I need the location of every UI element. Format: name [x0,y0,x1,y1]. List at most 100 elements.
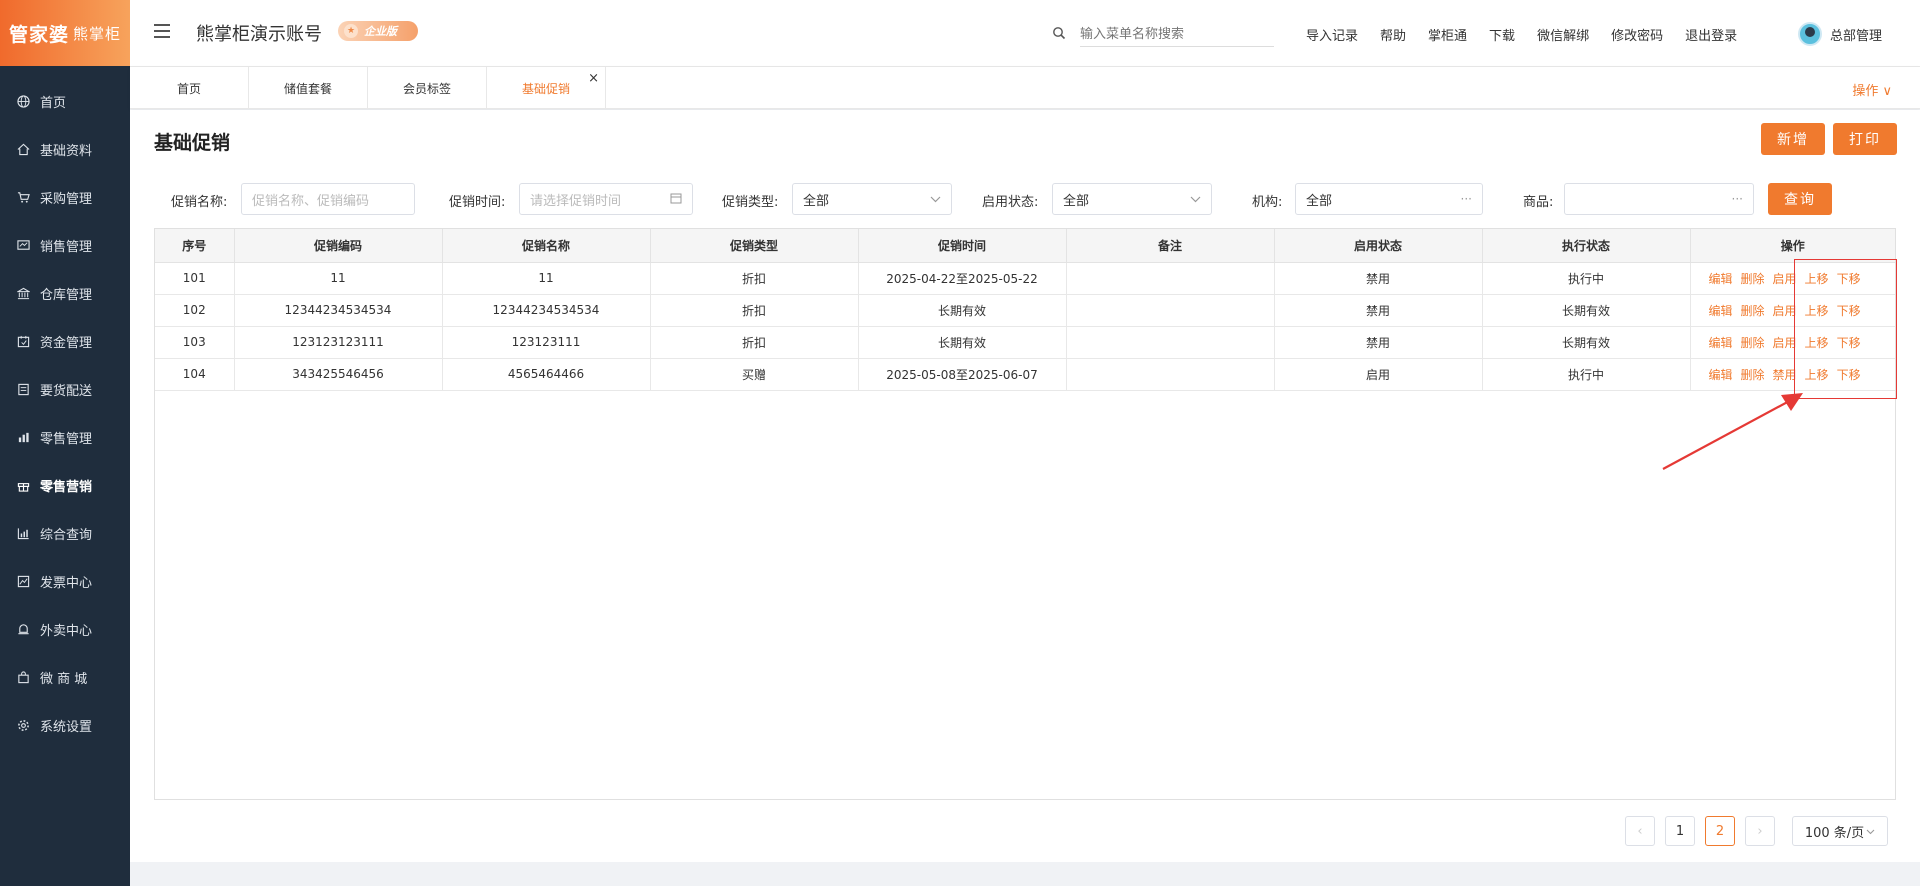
more-icon: ··· [1460,192,1472,206]
table-row[interactable]: 101 11 11 折扣 2025-04-22至2025-05-22 禁用 执行… [155,262,1895,295]
sidebar-item-purchase[interactable]: 采购管理 [0,173,130,221]
delete-link[interactable]: 删除 [1741,336,1765,350]
cell-code: 12344234534534 [234,294,443,327]
enabled-status-value: 全部 [1063,193,1090,209]
query-button[interactable]: 查询 [1768,183,1832,215]
edit-link[interactable]: 编辑 [1709,336,1733,350]
tab-basic-promotion[interactable]: 基础促销 × [487,67,606,109]
sidebar-item-label: 零售管理 [40,431,93,447]
sidebar-item-home[interactable]: 首页 [0,77,130,125]
toggle-link[interactable]: 启用 [1773,272,1797,286]
page-size-select[interactable]: 100 条/页 [1792,816,1888,846]
avatar [1798,22,1822,46]
wechat-unbind-link[interactable]: 微信解绑 [1537,25,1589,44]
sidebar-item-label: 采购管理 [40,191,93,207]
tab-home[interactable]: 首页 [130,67,249,109]
star-icon: ★ [344,24,358,38]
toggle-link[interactable]: 启用 [1773,336,1797,350]
sidebar-item-basic-data[interactable]: 基础资料 [0,125,130,173]
goods-select[interactable]: ··· [1564,183,1754,215]
sidebar-item-invoice[interactable]: 发票中心 [0,557,130,605]
cell-name: 4565464466 [442,358,651,391]
enabled-status-select[interactable]: 全部 [1052,183,1212,215]
tab-label: 基础促销 [521,81,570,96]
tabs-bar: 首页 储值套餐 会员标签 基础促销 × 操作 ∨ [130,67,1920,109]
user-menu[interactable]: 总部管理 [1798,22,1882,46]
sidebar-item-sales[interactable]: 销售管理 [0,221,130,269]
sidebar-item-distribution[interactable]: 要货配送 [0,365,130,413]
menu-search [1052,22,1278,48]
table-row[interactable]: 103 123123123111 123123111 折扣 长期有效 禁用 长期… [155,326,1895,359]
close-icon[interactable]: × [588,71,599,86]
logout-link[interactable]: 退出登录 [1685,25,1737,44]
cell-type: 买赠 [650,358,859,391]
org-select[interactable]: 全部 ··· [1295,183,1483,215]
cell-no: 103 [155,326,235,359]
account-name: 熊掌柜演示账号 [196,24,322,45]
sidebar-item-mini-mall[interactable]: 微 商 城 [0,653,130,701]
cell-code: 123123123111 [234,326,443,359]
enabled-status-label: 启用状态: [982,195,1039,210]
edit-link[interactable]: 编辑 [1709,272,1733,286]
sidebar-item-funds[interactable]: 资金管理 [0,317,130,365]
edit-link[interactable]: 编辑 [1709,304,1733,318]
sidebar-item-retail-marketing[interactable]: 零售营销 [0,461,130,509]
import-records-link[interactable]: 导入记录 [1306,25,1358,44]
table-row[interactable]: 104 343425546456 4565464466 买赠 2025-05-0… [155,358,1895,391]
col-header-name: 促销名称 [442,229,651,263]
col-header-time: 促销时间 [858,229,1067,263]
edition-badge: ★ 企业版 [338,21,418,41]
cell-exec: 长期有效 [1482,326,1691,359]
cell-code: 11 [234,262,443,295]
tab-label: 储值套餐 [283,81,332,96]
sidebar-item-settings[interactable]: 系统设置 [0,701,130,749]
print-button[interactable]: 打印 [1833,123,1897,155]
download-link[interactable]: 下载 [1489,25,1515,44]
add-button[interactable]: 新增 [1761,123,1825,155]
page-2-button[interactable]: 2 [1705,816,1735,846]
help-link[interactable]: 帮助 [1380,25,1406,44]
tab-operations-dropdown[interactable]: 操作 ∨ [1852,80,1892,99]
cell-no: 104 [155,358,235,391]
prev-page-button[interactable]: ‹ [1625,816,1655,846]
sidebar-item-retail[interactable]: 零售管理 [0,413,130,461]
table-row[interactable]: 102 12344234534534 12344234534534 折扣 长期有… [155,294,1895,327]
search-input[interactable] [1080,23,1274,47]
bar-chart-icon [16,430,30,444]
edit-link[interactable]: 编辑 [1709,368,1733,382]
logo-main-text: 管家婆 [8,23,69,46]
tab-member-tags[interactable]: 会员标签 [368,67,487,109]
sidebar-item-takeout[interactable]: 外卖中心 [0,605,130,653]
calendar-icon [16,334,30,348]
promotion-table: 序号 促销编码 促销名称 促销类型 促销时间 备注 启用状态 执行状态 操作 1… [154,228,1896,800]
toggle-link[interactable]: 启用 [1773,304,1797,318]
promo-type-select[interactable]: 全部 [792,183,952,215]
sidebar-item-warehouse[interactable]: 仓库管理 [0,269,130,317]
page-1-button[interactable]: 1 [1665,816,1695,846]
user-name: 总部管理 [1830,28,1883,44]
globe-icon [16,94,30,108]
promo-name-input[interactable]: 促销名称、促销编码 [241,183,415,215]
cell-code: 343425546456 [234,358,443,391]
delete-link[interactable]: 删除 [1741,272,1765,286]
cell-no: 102 [155,294,235,327]
promo-time-picker[interactable]: 请选择促销时间 [519,183,693,215]
sidebar-item-query[interactable]: 综合查询 [0,509,130,557]
next-page-button[interactable]: › [1745,816,1775,846]
delete-link[interactable]: 删除 [1741,368,1765,382]
gear-icon [16,718,30,732]
sidebar-item-label: 仓库管理 [40,287,93,303]
zhangguitong-link[interactable]: 掌柜通 [1428,25,1467,44]
chevron-down-icon [1866,824,1875,839]
promo-time-label: 促销时间: [449,195,506,210]
sidebar-item-label: 外卖中心 [40,623,93,639]
search-icon[interactable] [1052,26,1066,44]
menu-toggle-icon[interactable] [154,24,170,38]
tab-stored-value[interactable]: 储值套餐 [249,67,368,109]
toggle-link[interactable]: 禁用 [1773,368,1797,382]
change-password-link[interactable]: 修改密码 [1611,25,1663,44]
delete-link[interactable]: 删除 [1741,304,1765,318]
app-logo[interactable]: 管家婆 熊掌柜 [0,0,130,66]
col-header-exec: 执行状态 [1482,229,1691,263]
bell-icon [16,622,30,636]
